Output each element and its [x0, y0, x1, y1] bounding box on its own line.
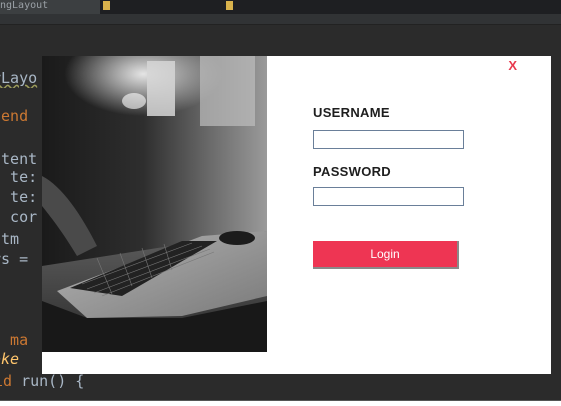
editor-toolbar [0, 14, 561, 25]
code-fragment: stm [0, 230, 20, 248]
password-input[interactable] [313, 187, 464, 206]
code-fragment: rs = [0, 250, 29, 268]
file-icon [226, 0, 233, 10]
username-input[interactable] [313, 130, 464, 149]
code-fragment: oke [0, 350, 20, 368]
code-keyword: id [0, 372, 13, 390]
close-button[interactable]: X [508, 58, 517, 73]
file-icon [103, 0, 110, 10]
code-fragment: d te: [0, 168, 38, 186]
password-label: PASSWORD [313, 164, 391, 179]
login-dialog: X USERNAME PASSWORD Login [42, 56, 551, 374]
window-border [0, 400, 561, 401]
laptop-photo [42, 56, 267, 352]
editor-tab[interactable] [103, 0, 223, 14]
editor-tab[interactable]: ngLayout [0, 0, 100, 14]
username-label: USERNAME [313, 105, 390, 120]
editor-tab-label: ngLayout [0, 0, 49, 11]
editor-tab[interactable] [226, 0, 326, 14]
code-fragment: rLayo [0, 69, 38, 87]
code-text: run() { [12, 372, 85, 390]
login-form: X USERNAME PASSWORD Login [267, 56, 551, 374]
editor-tab-bar: ngLayout [0, 0, 561, 14]
code-fragment: d te: [0, 188, 38, 206]
code-fragment: ntent [0, 150, 38, 168]
code-fragment: n cor [0, 208, 38, 226]
code-fragment: tend [0, 107, 29, 125]
code-fragment: d ma [0, 331, 29, 349]
ide-background: ngLayout rLayotendntentd te:d te:n cor s… [0, 0, 561, 400]
login-button[interactable]: Login [313, 241, 459, 269]
